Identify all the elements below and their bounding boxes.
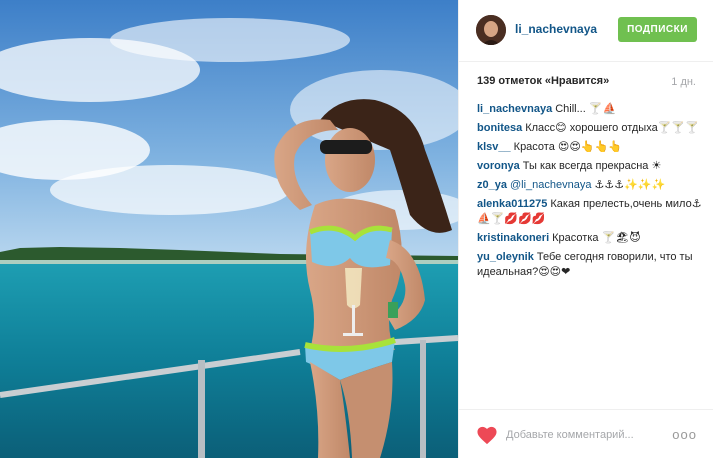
comment-item: li_nachevnaya Chill... 🍸⛵ [477,102,702,117]
comment-item: yu_oleynik Тебе сегодня говорили, что ты … [477,250,702,280]
likes-count[interactable]: 139 отметок «Нравится» [477,75,697,87]
comment-username[interactable]: yu_oleynik [477,251,534,263]
photo-illustration [0,0,458,458]
comment-username[interactable]: z0_ya [477,179,507,191]
more-options-icon[interactable]: ooo [672,427,697,442]
comment-username[interactable]: bonitesa [477,122,522,134]
comment-username[interactable]: voronya [477,160,520,172]
comment-item: voronya Ты как всегда прекрасна ☀ [477,159,702,174]
comment-mention[interactable]: @li_nachevnaya [510,179,592,191]
comment-item: bonitesa Класс😊 хорошего отдыха🍸🍸🍸 [477,121,702,136]
post-footer: ooo [459,409,713,458]
comment-input[interactable] [506,427,656,443]
avatar-image [476,15,506,45]
post-age[interactable]: 1 дн. [671,76,696,88]
comment-text: ⚓⚓⚓✨✨✨ [591,179,666,191]
comment-text: Класс😊 хорошего отдыха🍸🍸🍸 [525,122,699,134]
post-header: li_nachevnaya ПОДПИСКИ [459,0,713,62]
post-photo[interactable] [0,0,458,458]
comment-item: alenka011275 Какая прелесть,очень мило⚓⛵🍸… [477,197,702,227]
comment-item: kristinakoneri Красотка 🍸🏖😈 [477,231,702,246]
comment-username[interactable]: klsv__ [477,141,511,153]
comment-text: Красотка 🍸🏖😈 [552,232,641,244]
comment-username[interactable]: kristinakoneri [477,232,549,244]
comment-list: li_nachevnaya Chill... 🍸⛵ bonitesa Класс😊 х… [477,102,702,284]
comment-item: klsv__ Красота 😍😍👆👆👆 [477,140,702,155]
follow-button[interactable]: ПОДПИСКИ [618,17,697,42]
comment-text: Красота 😍😍👆👆👆 [513,141,622,153]
instagram-post: li_nachevnaya ПОДПИСКИ 139 отметок «Нрав… [0,0,713,458]
comment-item: z0_ya @li_nachevnaya ⚓⚓⚓✨✨✨ [477,178,702,193]
post-side-panel: li_nachevnaya ПОДПИСКИ 139 отметок «Нрав… [458,0,713,458]
comment-text: Chill... 🍸⛵ [555,103,617,115]
comment-username[interactable]: li_nachevnaya [477,103,552,115]
avatar[interactable] [476,15,506,45]
heart-icon[interactable] [476,425,498,445]
comment-username[interactable]: alenka011275 [477,198,547,210]
post-username[interactable]: li_nachevnaya [515,22,597,36]
comment-text: Ты как всегда прекрасна ☀ [522,160,662,172]
